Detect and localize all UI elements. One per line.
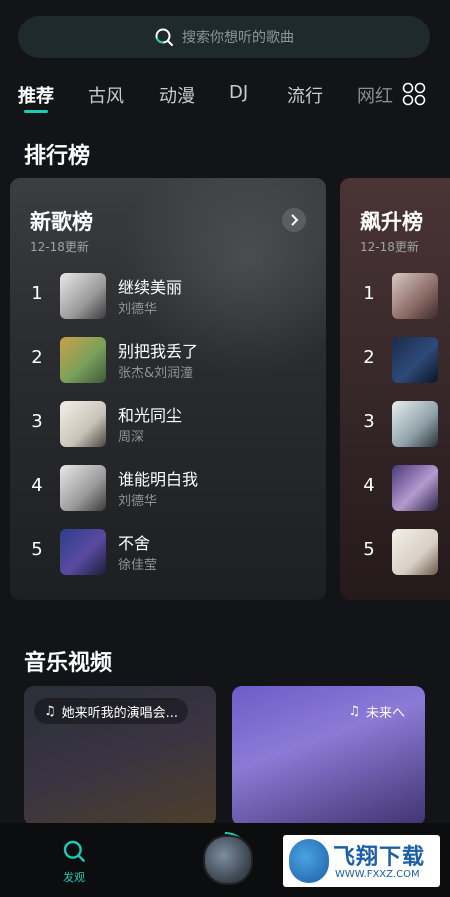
video-label: ♫ 未来へ: [338, 698, 415, 724]
artist-name: 刘德华: [118, 494, 158, 509]
nav-discover-label: 发观: [63, 871, 85, 884]
rank-number: 2: [31, 347, 43, 368]
watermark-logo: [289, 839, 329, 883]
chart-row[interactable]: 4 谁能明白我 刘德华: [10, 463, 326, 513]
album-cover: [60, 465, 106, 511]
video-label: ♫ 她来听我的演唱会...: [34, 698, 189, 724]
tab-pop[interactable]: 流行: [287, 82, 323, 108]
rising-chart-card[interactable]: 飙升榜 12-18更新 1 2 3 4 5: [340, 178, 450, 600]
music-video-list: ♫ 她来听我的演唱会... ♫ 未来へ: [0, 686, 450, 826]
chart-title: 新歌榜: [30, 210, 93, 234]
artist-name: 张杰&刘润潼: [118, 366, 194, 381]
song-title: 和光同尘: [118, 406, 183, 425]
rank-number: 5: [363, 539, 375, 560]
album-cover: [392, 465, 438, 511]
song-title: 谁能明白我: [118, 470, 199, 489]
song-title: 继续美丽: [118, 278, 183, 297]
chart-row[interactable]: 5: [340, 527, 450, 577]
album-cover: [60, 337, 106, 383]
watermark-title: 飞翔下载: [333, 845, 426, 870]
video-title: 未来へ: [365, 705, 405, 721]
chart-row[interactable]: 2 别把我丢了 张杰&刘润潼: [10, 335, 326, 385]
rank-number: 2: [363, 347, 375, 368]
now-playing-disc[interactable]: [203, 835, 253, 885]
album-cover: [60, 401, 106, 447]
song-title: 别把我丢了: [118, 342, 199, 361]
chevron-right-icon[interactable]: [282, 208, 306, 232]
discover-icon: [63, 840, 85, 862]
tab-internet[interactable]: 网红: [357, 82, 393, 108]
tab-anime[interactable]: 动漫: [159, 82, 195, 108]
chart-row[interactable]: 1: [340, 271, 450, 321]
music-note-icon: ♫: [348, 703, 360, 719]
chart-row[interactable]: 2: [340, 335, 450, 385]
rank-number: 5: [31, 539, 43, 560]
rank-number: 3: [363, 411, 375, 432]
artist-name: 徐佳莹: [118, 558, 158, 573]
watermark: 飞翔下载 WWW.FXXZ.COM: [283, 835, 440, 887]
rank-number: 4: [363, 475, 375, 496]
videos-section-title: 音乐视频: [24, 651, 113, 676]
tab-gufeng[interactable]: 古风: [88, 82, 124, 108]
album-cover: [60, 529, 106, 575]
chart-row[interactable]: 1 继续美丽 刘德华: [10, 271, 326, 321]
rank-number: 4: [31, 475, 43, 496]
search-bar[interactable]: 搜索你想听的歌曲: [18, 16, 430, 58]
video-title: 她来听我的演唱会...: [61, 705, 179, 721]
chart-row[interactable]: 5 不舍 徐佳莹: [10, 527, 326, 577]
music-note-icon: ♫: [44, 703, 56, 719]
album-cover: [60, 273, 106, 319]
category-tabs: 推荐 古风 动漫 DJ 流行 网红: [0, 80, 450, 120]
search-icon: [155, 28, 173, 46]
search-placeholder: 搜索你想听的歌曲: [182, 30, 294, 46]
album-cover: [392, 401, 438, 447]
album-cover: [392, 337, 438, 383]
album-cover: [392, 273, 438, 319]
charts-section-title: 排行榜: [24, 144, 91, 169]
chart-row[interactable]: 3 和光同尘 周深: [10, 399, 326, 449]
artist-name: 刘德华: [118, 302, 158, 317]
chart-row[interactable]: 4: [340, 463, 450, 513]
rank-number: 3: [31, 411, 43, 432]
album-cover: [392, 529, 438, 575]
chart-update-date: 12-18更新: [30, 240, 89, 254]
rank-number: 1: [31, 283, 43, 304]
chart-row[interactable]: 3: [340, 399, 450, 449]
tab-dj[interactable]: DJ: [229, 82, 248, 103]
artist-name: 周深: [118, 430, 145, 445]
music-video-card[interactable]: ♫ 未来へ: [232, 686, 425, 826]
chart-update-date: 12-18更新: [360, 240, 419, 254]
new-songs-chart-card[interactable]: 新歌榜 12-18更新 1 继续美丽 刘德华 2 别把我丢了 张杰&刘润潼 3 …: [10, 178, 326, 600]
category-grid-icon[interactable]: [402, 82, 426, 106]
chart-title: 飙升榜: [360, 210, 423, 234]
watermark-url: WWW.FXXZ.COM: [335, 869, 420, 880]
music-video-card[interactable]: ♫ 她来听我的演唱会...: [24, 686, 216, 826]
tab-recommend[interactable]: 推荐: [18, 82, 54, 108]
rank-number: 1: [363, 283, 375, 304]
song-title: 不舍: [118, 534, 151, 553]
nav-discover[interactable]: 发观: [52, 839, 96, 885]
active-tab-indicator: [24, 110, 48, 113]
